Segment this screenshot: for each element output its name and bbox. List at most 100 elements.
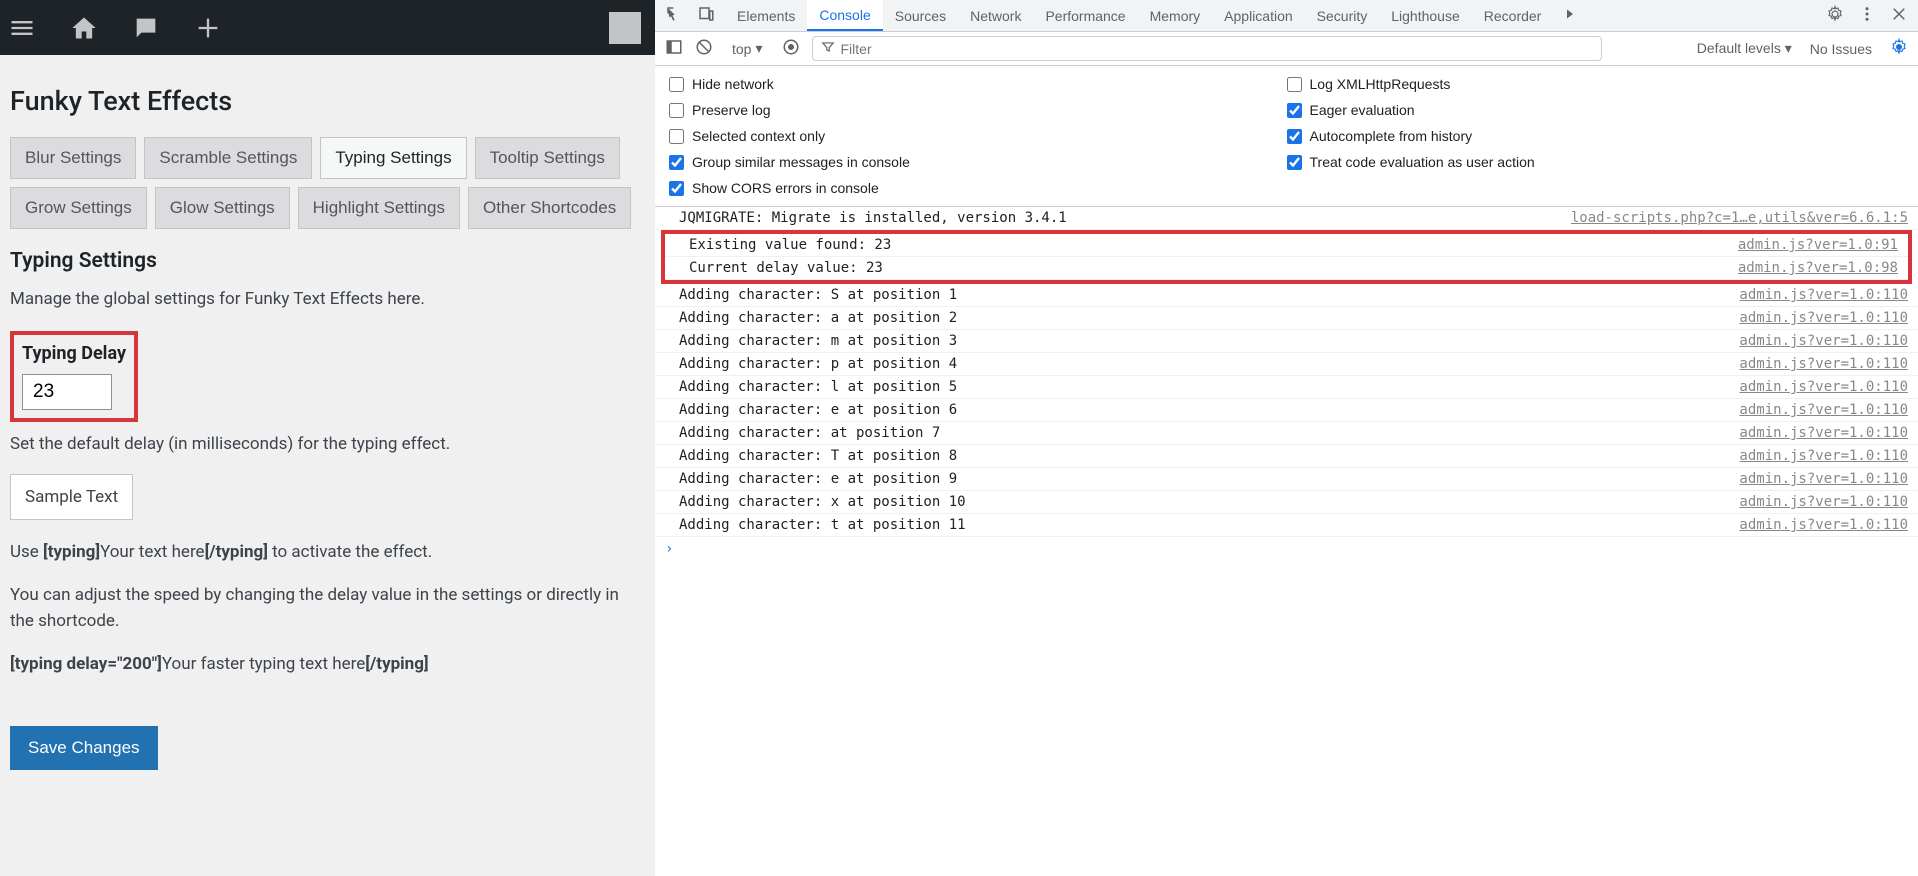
issues-link[interactable]: No Issues [1810, 41, 1872, 57]
inspect-icon[interactable] [665, 5, 683, 26]
wordpress-admin-pane: Funky Text Effects Blur SettingsScramble… [0, 0, 655, 876]
section-title: Typing Settings [10, 249, 645, 273]
add-icon[interactable] [192, 12, 224, 44]
console-row: Adding character: m at position 3admin.j… [655, 330, 1918, 353]
device-icon[interactable] [697, 5, 715, 26]
checkbox[interactable] [1287, 155, 1302, 170]
devtools-tab-application[interactable]: Application [1212, 0, 1305, 31]
tab-highlight-settings[interactable]: Highlight Settings [298, 187, 460, 229]
typing-delay-label: Typing Delay [22, 343, 126, 364]
gear-icon[interactable] [1826, 5, 1844, 26]
console-source-link[interactable]: admin.js?ver=1.0:98 [1738, 260, 1898, 276]
devtools-pane: ElementsConsoleSourcesNetworkPerformance… [655, 0, 1918, 876]
devtools-tab-bar: ElementsConsoleSourcesNetworkPerformance… [655, 0, 1918, 32]
tab-grow-settings[interactable]: Grow Settings [10, 187, 147, 229]
console-source-link[interactable]: admin.js?ver=1.0:110 [1739, 471, 1908, 487]
console-row: Adding character: T at position 8admin.j… [655, 445, 1918, 468]
console-row: Adding character: S at position 1admin.j… [655, 284, 1918, 307]
console-message: Adding character: e at position 6 [679, 402, 1739, 418]
setting-show-cors-errors-in-console[interactable]: Show CORS errors in console [669, 180, 1287, 196]
sidebar-toggle-icon[interactable] [665, 38, 683, 59]
tab-tooltip-settings[interactable]: Tooltip Settings [475, 137, 620, 179]
clear-console-icon[interactable] [695, 38, 713, 59]
live-expression-icon[interactable] [782, 38, 800, 59]
tab-blur-settings[interactable]: Blur Settings [10, 137, 136, 179]
checkbox[interactable] [669, 155, 684, 170]
console-prompt[interactable]: › [655, 537, 1918, 561]
typing-delay-help: Set the default delay (in milliseconds) … [10, 434, 645, 454]
comment-icon[interactable] [130, 12, 162, 44]
console-source-link[interactable]: admin.js?ver=1.0:91 [1738, 237, 1898, 253]
wp-content: Funky Text Effects Blur SettingsScramble… [0, 55, 655, 790]
console-source-link[interactable]: admin.js?ver=1.0:110 [1739, 287, 1908, 303]
devtools-tab-lighthouse[interactable]: Lighthouse [1379, 0, 1472, 31]
setting-log-xmlhttprequests[interactable]: Log XMLHttpRequests [1287, 76, 1905, 92]
checkbox[interactable] [1287, 77, 1302, 92]
console-message: Adding character: T at position 8 [679, 448, 1739, 464]
console-source-link[interactable]: admin.js?ver=1.0:110 [1739, 425, 1908, 441]
tab-other-shortcodes[interactable]: Other Shortcodes [468, 187, 631, 229]
console-message: Adding character: p at position 4 [679, 356, 1739, 372]
devtools-tab-memory[interactable]: Memory [1138, 0, 1213, 31]
setting-selected-context-only[interactable]: Selected context only [669, 128, 1287, 144]
checkbox[interactable] [1287, 103, 1302, 118]
setting-eager-evaluation[interactable]: Eager evaluation [1287, 102, 1905, 118]
setting-hide-network[interactable]: Hide network [669, 76, 1287, 92]
devtools-tab-security[interactable]: Security [1305, 0, 1380, 31]
filter-box[interactable] [812, 36, 1602, 61]
context-selector[interactable]: top ▾ [725, 37, 770, 60]
checkbox[interactable] [669, 129, 684, 144]
console-settings-icon[interactable] [1890, 38, 1908, 59]
more-tabs-icon[interactable] [1553, 5, 1587, 26]
kebab-icon[interactable] [1858, 5, 1876, 26]
checkbox[interactable] [669, 181, 684, 196]
page-title: Funky Text Effects [10, 85, 645, 117]
devtools-tab-performance[interactable]: Performance [1033, 0, 1137, 31]
log-levels-selector[interactable]: Default levels ▾ [1697, 40, 1792, 57]
checkbox[interactable] [1287, 129, 1302, 144]
console-source-link[interactable]: admin.js?ver=1.0:110 [1739, 333, 1908, 349]
console-message: Adding character: l at position 5 [679, 379, 1739, 395]
tab-typing-settings[interactable]: Typing Settings [320, 137, 466, 179]
settings-tabs: Blur SettingsScramble SettingsTyping Set… [10, 137, 645, 229]
setting-autocomplete-from-history[interactable]: Autocomplete from history [1287, 128, 1905, 144]
setting-preserve-log[interactable]: Preserve log [669, 102, 1287, 118]
checkbox[interactable] [669, 77, 684, 92]
devtools-tab-console[interactable]: Console [807, 0, 882, 31]
typing-delay-highlight: Typing Delay [10, 331, 138, 422]
devtools-tab-elements[interactable]: Elements [725, 0, 807, 31]
typing-delay-input[interactable] [22, 374, 112, 410]
close-icon[interactable] [1890, 5, 1908, 26]
setting-group-similar-messages-in-console[interactable]: Group similar messages in console [669, 154, 1287, 170]
console-source-link[interactable]: admin.js?ver=1.0:110 [1739, 494, 1908, 510]
console-toolbar: top ▾ Default levels ▾ No Issues [655, 32, 1918, 66]
console-source-link[interactable]: admin.js?ver=1.0:110 [1739, 517, 1908, 533]
console-source-link[interactable]: admin.js?ver=1.0:110 [1739, 310, 1908, 326]
checkbox[interactable] [669, 103, 684, 118]
tab-scramble-settings[interactable]: Scramble Settings [144, 137, 312, 179]
console-row: Adding character: l at position 5admin.j… [655, 376, 1918, 399]
console-source-link[interactable]: admin.js?ver=1.0:110 [1739, 356, 1908, 372]
console-source-link[interactable]: admin.js?ver=1.0:110 [1739, 448, 1908, 464]
console-source-link[interactable]: admin.js?ver=1.0:110 [1739, 379, 1908, 395]
avatar[interactable] [609, 12, 641, 44]
home-icon[interactable] [68, 12, 100, 44]
console-row: Adding character: a at position 2admin.j… [655, 307, 1918, 330]
console-message: Existing value found: 23 [689, 237, 1738, 253]
console-message: Adding character: x at position 10 [679, 494, 1739, 510]
console-source-link[interactable]: admin.js?ver=1.0:110 [1739, 402, 1908, 418]
example-text: [typing delay="200"]Your faster typing t… [10, 652, 645, 678]
console-message: Adding character: e at position 9 [679, 471, 1739, 487]
highlighted-log-rows: Existing value found: 23admin.js?ver=1.0… [661, 230, 1912, 284]
menu-icon[interactable] [6, 12, 38, 44]
filter-input[interactable] [841, 41, 1593, 57]
devtools-tab-sources[interactable]: Sources [883, 0, 958, 31]
save-button[interactable]: Save Changes [10, 726, 158, 770]
adjust-text: You can adjust the speed by changing the… [10, 583, 645, 634]
devtools-tab-recorder[interactable]: Recorder [1472, 0, 1554, 31]
tab-glow-settings[interactable]: Glow Settings [155, 187, 290, 229]
devtools-tab-network[interactable]: Network [958, 0, 1033, 31]
setting-treat-code-evaluation-as-user-action[interactable]: Treat code evaluation as user action [1287, 154, 1905, 170]
chevron-down-icon: ▾ [755, 40, 762, 57]
console-source-link[interactable]: load-scripts.php?c=1…e,utils&ver=6.6.1:5 [1571, 210, 1908, 226]
